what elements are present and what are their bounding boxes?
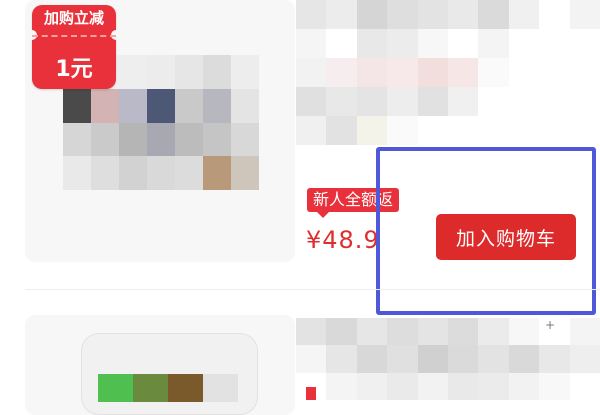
product-price: ¥48.9 [306, 226, 380, 254]
badge-divider [32, 35, 116, 37]
badge-top-text: 加购立减 [43, 9, 104, 27]
promo-tag-partial [306, 387, 316, 400]
plus-icon: + [545, 318, 556, 332]
discount-badge: 加购立减 1元 [27, 5, 121, 89]
list-divider [25, 289, 600, 290]
badge-bottom-text: 1元 [55, 57, 93, 82]
product-image[interactable] [81, 333, 258, 415]
product-image-band [98, 374, 238, 402]
product-title-blurred[interactable] [296, 0, 600, 145]
